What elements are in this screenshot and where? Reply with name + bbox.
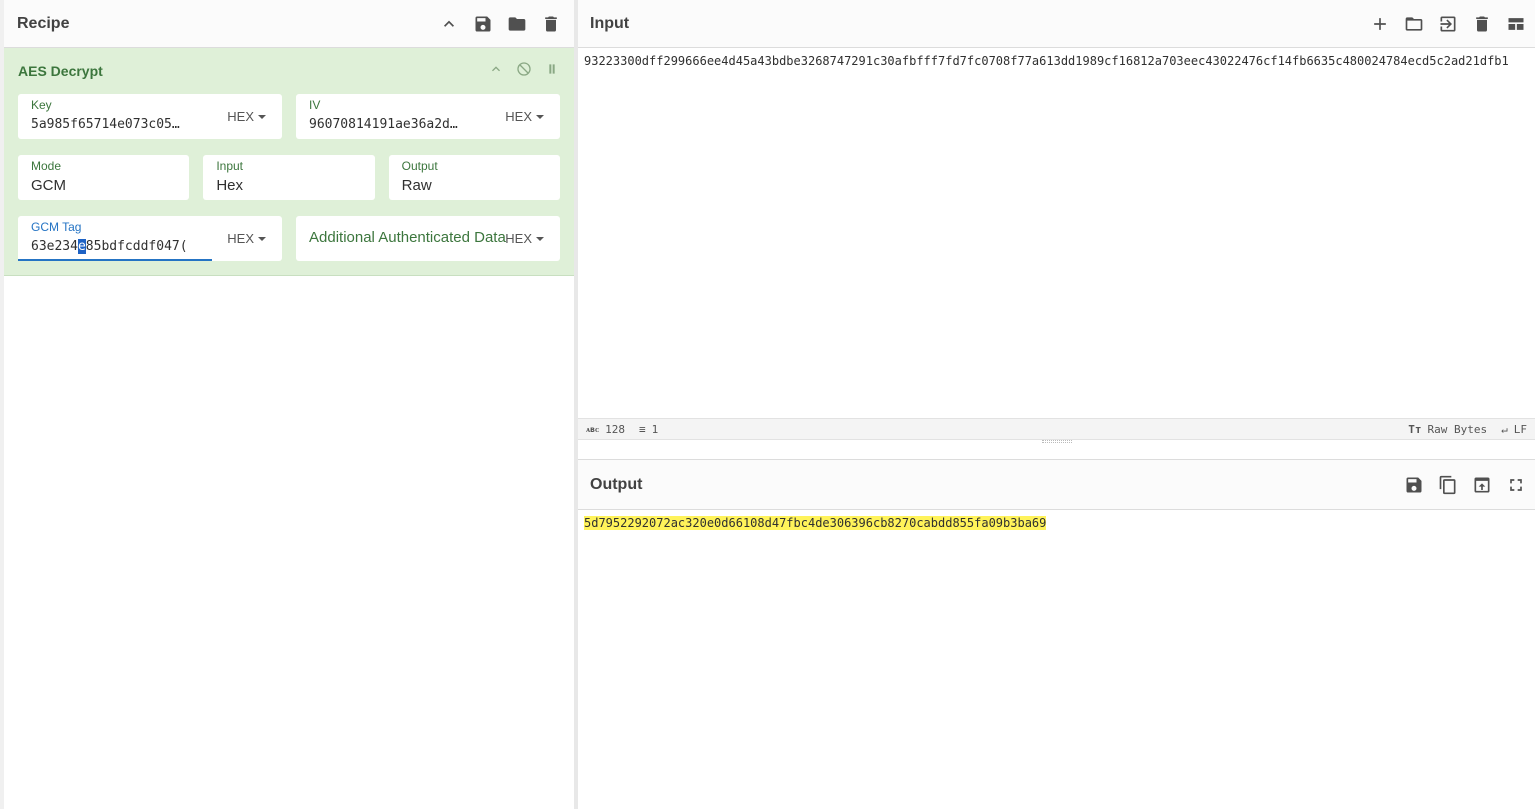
input-statusbar: ᴀʙᴄ 128 ≡ 1 Tт Raw Bytes ↵ LF bbox=[578, 418, 1535, 440]
gcm-tag-format-dropdown[interactable]: HEX bbox=[227, 231, 266, 246]
input-format-value: Hex bbox=[216, 177, 244, 194]
input-title: Input bbox=[590, 14, 630, 32]
pause-icon[interactable] bbox=[544, 61, 560, 82]
eol-value: LF bbox=[1513, 422, 1527, 436]
chevron-up-icon[interactable] bbox=[438, 13, 460, 35]
length-value: 128 bbox=[605, 422, 626, 436]
caret-down-icon bbox=[536, 236, 544, 241]
output-format-value: Raw bbox=[401, 177, 432, 194]
save-icon[interactable] bbox=[472, 13, 494, 35]
key-format-dropdown[interactable]: HEX bbox=[227, 109, 266, 124]
recipe-header: Recipe bbox=[4, 0, 574, 48]
input-format-select[interactable]: Input Hex bbox=[203, 155, 375, 200]
mode-value: GCM bbox=[31, 177, 66, 194]
input-header: Input bbox=[578, 0, 1535, 48]
iv-field[interactable]: IV 96070814191ae36a2d… HEX bbox=[296, 94, 560, 139]
key-label: Key bbox=[31, 98, 52, 112]
gcm-tag-text-before: 63e234 bbox=[31, 239, 78, 254]
disable-icon[interactable] bbox=[516, 61, 532, 82]
iv-label: IV bbox=[309, 98, 321, 112]
key-iv-row: Key 5a985f65714e073c05… HEX IV 960708141… bbox=[18, 94, 560, 139]
iv-value[interactable]: 96070814191ae36a2d… bbox=[309, 117, 489, 132]
key-format-label: HEX bbox=[227, 109, 254, 124]
key-value[interactable]: 5a985f65714e073c05… bbox=[31, 117, 211, 132]
gcm-tag-format-label: HEX bbox=[227, 231, 254, 246]
gcm-tag-selection: e bbox=[77, 239, 86, 254]
output-text[interactable]: 5d7952292072ac320e0d66108d47fbc4de306396… bbox=[584, 516, 1047, 530]
trash-icon[interactable] bbox=[1471, 13, 1493, 35]
iv-format-label: HEX bbox=[505, 109, 532, 124]
aad-field[interactable]: Additional Authenticated Data HEX bbox=[296, 216, 560, 261]
folder-icon[interactable] bbox=[506, 13, 528, 35]
gcm-tag-value[interactable]: 63e234e85bdfcddf047( bbox=[31, 239, 201, 254]
mode-label: Mode bbox=[31, 159, 62, 173]
caret-down-icon bbox=[258, 236, 266, 241]
recipe-pane: Recipe AES Decrypt Key 5a985f65714e073c0… bbox=[4, 0, 574, 809]
trash-icon[interactable] bbox=[540, 13, 562, 35]
text-size-icon: Tт bbox=[1408, 422, 1422, 436]
plus-icon[interactable] bbox=[1369, 13, 1391, 35]
aad-format-label: HEX bbox=[505, 231, 532, 246]
status-right: Tт Raw Bytes ↵ LF bbox=[1408, 423, 1527, 436]
horizontal-splitter[interactable] bbox=[578, 440, 1535, 460]
input-toolbar bbox=[1369, 13, 1527, 35]
mode-select[interactable]: Mode GCM bbox=[18, 155, 190, 200]
length-stat: ᴀʙᴄ 128 bbox=[586, 423, 625, 436]
eol-selector[interactable]: ↵ LF bbox=[1501, 423, 1527, 436]
mode-io-row: Mode GCM Input Hex Output Raw bbox=[18, 155, 560, 200]
input-textarea[interactable]: 93223300dff299666ee4d45a43bdbe3268747291… bbox=[578, 48, 1535, 418]
abc-icon: ᴀʙᴄ bbox=[586, 424, 600, 434]
operation-aes-decrypt: AES Decrypt Key 5a985f65714e073c05… HEX … bbox=[4, 48, 574, 276]
operation-header: AES Decrypt bbox=[18, 48, 560, 94]
layout-icon[interactable] bbox=[1505, 13, 1527, 35]
status-left: ᴀʙᴄ 128 ≡ 1 bbox=[586, 423, 658, 436]
caret-down-icon bbox=[536, 114, 544, 119]
encoding-selector[interactable]: Tт Raw Bytes bbox=[1408, 423, 1487, 436]
output-format-select[interactable]: Output Raw bbox=[388, 155, 560, 200]
open-folder-icon[interactable] bbox=[1403, 13, 1425, 35]
output-toolbar bbox=[1403, 474, 1527, 496]
lines-value: 1 bbox=[651, 422, 659, 436]
copy-icon[interactable] bbox=[1437, 474, 1459, 496]
io-pane: Input 93223300dff299666ee4d45a43bdbe3268… bbox=[578, 0, 1535, 809]
gcm-tag-field[interactable]: GCM Tag 63e234e85bdfcddf047( HEX bbox=[18, 216, 282, 261]
iv-format-dropdown[interactable]: HEX bbox=[505, 109, 544, 124]
aad-placeholder: Additional Authenticated Data bbox=[309, 229, 506, 246]
save-icon[interactable] bbox=[1403, 474, 1425, 496]
output-area[interactable]: 5d7952292072ac320e0d66108d47fbc4de306396… bbox=[578, 510, 1535, 536]
gcm-aad-row: GCM Tag 63e234e85bdfcddf047( HEX Additio… bbox=[18, 216, 560, 261]
operation-controls bbox=[488, 61, 560, 82]
caret-down-icon bbox=[258, 114, 266, 119]
input-text[interactable]: 93223300dff299666ee4d45a43bdbe3268747291… bbox=[578, 48, 1535, 74]
replace-input-icon[interactable] bbox=[1471, 474, 1493, 496]
key-field[interactable]: Key 5a985f65714e073c05… HEX bbox=[18, 94, 282, 139]
lines-stat: ≡ 1 bbox=[639, 423, 658, 436]
operation-title: AES Decrypt bbox=[18, 63, 103, 79]
recipe-toolbar bbox=[438, 13, 562, 35]
gcm-tag-text-after: 85bdfcddf047( bbox=[85, 239, 188, 254]
return-icon: ↵ bbox=[1501, 422, 1508, 436]
focus-underline bbox=[18, 259, 212, 261]
splitter-grip[interactable] bbox=[1041, 440, 1072, 443]
output-text-line[interactable]: 5d7952292072ac320e0d66108d47fbc4de306396… bbox=[578, 510, 1535, 536]
output-format-label: Output bbox=[401, 159, 438, 173]
recipe-title: Recipe bbox=[17, 14, 70, 32]
input-format-label: Input bbox=[216, 159, 244, 173]
load-file-icon[interactable] bbox=[1437, 13, 1459, 35]
output-title: Output bbox=[590, 475, 643, 493]
output-header: Output bbox=[578, 460, 1535, 510]
chevron-up-icon[interactable] bbox=[488, 61, 504, 82]
lines-icon: ≡ bbox=[639, 422, 646, 436]
encoding-value: Raw Bytes bbox=[1427, 422, 1488, 436]
gcm-tag-label: GCM Tag bbox=[31, 220, 82, 234]
cyberchef-app: Recipe AES Decrypt Key 5a985f65714e073c0… bbox=[0, 0, 1535, 809]
fullscreen-icon[interactable] bbox=[1505, 474, 1527, 496]
aad-format-dropdown[interactable]: HEX bbox=[505, 231, 544, 246]
